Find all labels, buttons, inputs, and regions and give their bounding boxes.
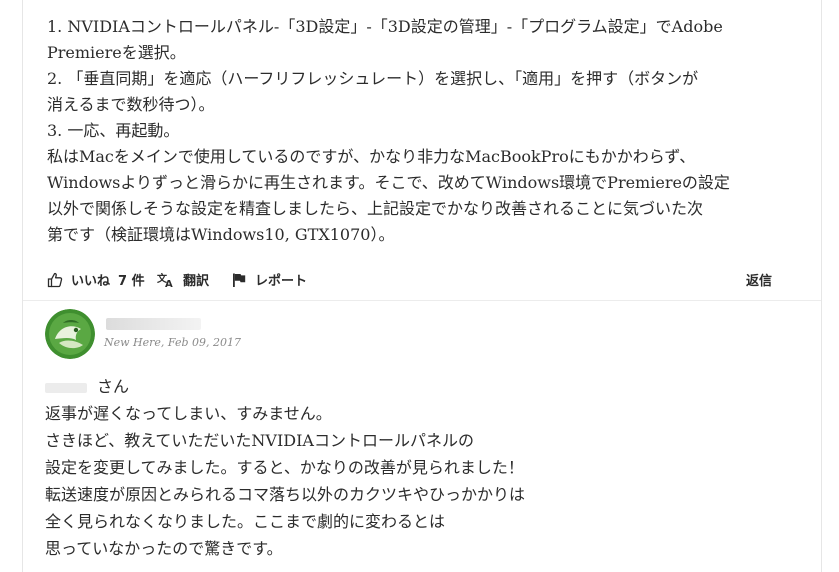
reply-line: 返事が遅くなってしまい、すみません。 [45, 404, 332, 423]
reply-button[interactable]: 返信 [746, 270, 772, 289]
reply-line: 思っていなかったので驚きです。 [45, 539, 283, 558]
like-button[interactable]: いいね 7 件 [47, 270, 145, 289]
reply-divider [23, 300, 821, 301]
reply-line: 設定を変更してみました。すると、かなりの改善が見られました！ [45, 458, 524, 477]
redacted-name [45, 382, 87, 393]
like-label: いいね [71, 274, 111, 289]
author-name-redacted[interactable] [106, 318, 201, 330]
report-button[interactable]: レポート [231, 270, 307, 289]
like-count: 7 件 [118, 274, 145, 289]
reply-body: さん 返事が遅くなってしまい、すみません。 さきほど、教えていただいたNVIDI… [45, 373, 785, 562]
report-label: レポート [255, 274, 308, 289]
translate-button[interactable]: 文 A 翻訳 [157, 270, 210, 290]
post-line: 1. NVIDIAコントロールパネル-「3D設定」-「3D設定の管理」-「プログ… [47, 17, 723, 36]
reply-line: さきほど、教えていただいたNVIDIAコントロールパネルの [45, 431, 474, 450]
reply-date: Feb 09, 2017 [167, 336, 241, 349]
post-line: Premiereを選択。 [47, 43, 186, 62]
post-line: 3. 一応、再起動。 [47, 121, 180, 140]
author-rank: New Here [104, 336, 161, 349]
post-line: 消えるまで数秒待つ）。 [47, 95, 215, 114]
avatar[interactable] [45, 309, 95, 359]
post-body: 1. NVIDIAコントロールパネル-「3D設定」-「3D設定の管理」-「プログ… [47, 14, 807, 248]
reply-line: 転送速度が原因とみられるコマ落ち以外のカクツキやひっかかりは [45, 485, 526, 504]
reply-label: 返信 [746, 274, 773, 289]
post-line: 以外で関係しそうな設定を精査しましたら、上記設定でかなり改善されることに気づいた… [47, 199, 704, 218]
avatar-image [45, 309, 95, 359]
svg-text:A: A [165, 279, 173, 288]
post-actions: いいね 7 件 文 A 翻訳 レポート 返信 [47, 270, 777, 294]
post-line: 第です（検証環境はWindows10, GTX1070）。 [47, 225, 395, 244]
post-line: 2. 「垂直同期」を適応（ハーフリフレッシュレート）を選択し、「適用」を押す（ボ… [47, 69, 699, 88]
salutation-text: さん [97, 377, 130, 396]
translate-label: 翻訳 [183, 274, 210, 289]
thumbs-up-icon [47, 272, 63, 287]
reply-salutation: さん [45, 373, 785, 400]
post-line: 私はMacをメインで使用しているのですが、かなり非力なMacBookProにもか… [47, 147, 696, 166]
flag-icon [233, 273, 246, 287]
author-meta: New Here, Feb 09, 2017 [104, 336, 241, 349]
post-line: Windowsよりずっと滑らかに再生されます。そこで、改めてWindows環境で… [47, 173, 730, 192]
reply-line: 全く見られなくなりました。ここまで劇的に変わるとは [45, 512, 446, 531]
translate-icon: 文 A [157, 272, 173, 288]
